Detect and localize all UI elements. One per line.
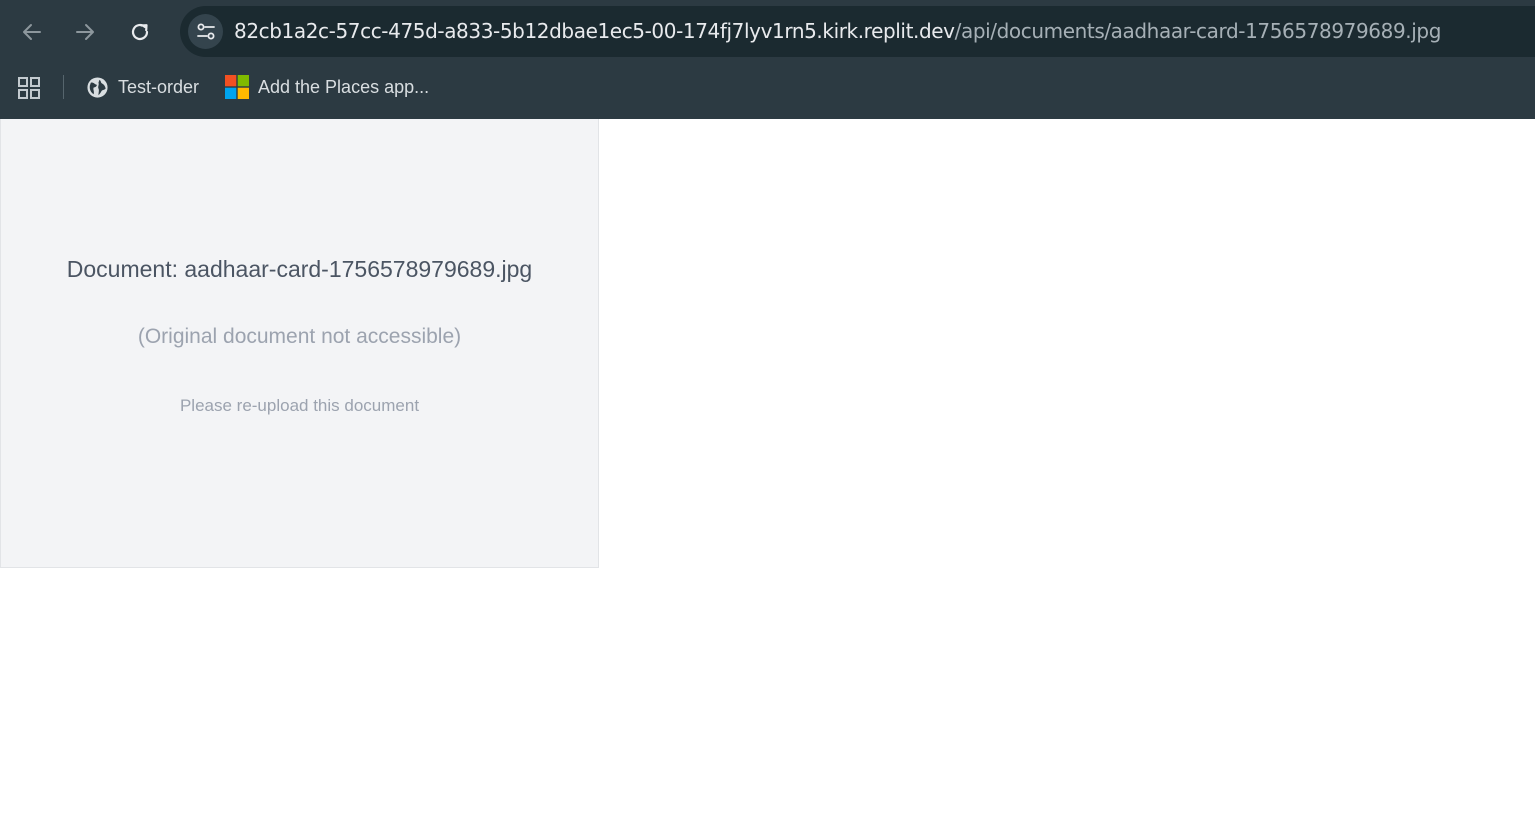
tune-icon [196,23,215,39]
document-placeholder: Document: aadhaar-card-1756578979689.jpg… [0,119,599,568]
document-title: Document: aadhaar-card-1756578979689.jpg [66,256,533,282]
back-button[interactable] [14,14,50,50]
address-bar[interactable]: 82cb1a2c-57cc-475d-a833-5b12dbae1ec5-00-… [180,6,1535,57]
forward-button[interactable] [67,14,103,50]
bookmark-label: Test-order [118,76,200,97]
arrow-right-icon [76,24,94,40]
url-text[interactable]: 82cb1a2c-57cc-475d-a833-5b12dbae1ec5-00-… [234,19,1441,43]
apps-button[interactable] [17,76,41,105]
reload-button[interactable] [122,14,158,50]
browser-toolbar: 82cb1a2c-57cc-475d-a833-5b12dbae1ec5-00-… [0,0,1535,119]
reupload-hint: Please re-upload this document [179,396,420,415]
url-host: 82cb1a2c-57cc-475d-a833-5b12dbae1ec5-00-… [234,19,955,43]
url-path: /api/documents/aadhaar-card-175657897968… [954,19,1442,43]
bookmark-test-order[interactable]: Test-order [86,73,199,101]
bookmark-label: Add the Places app... [258,76,430,97]
reload-icon [131,23,149,41]
site-info-button[interactable] [188,14,223,49]
navigation-bar: 82cb1a2c-57cc-475d-a833-5b12dbae1ec5-00-… [0,0,1535,64]
globe-icon [87,76,108,98]
bookmarks-divider [63,75,64,99]
document-status: (Original document not accessible) [137,325,462,348]
bookmark-places-app[interactable]: Add the Places app... [225,73,429,101]
arrow-left-icon [23,24,41,40]
microsoft-logo-icon [225,75,249,99]
apps-grid-icon [18,77,40,99]
bookmarks-bar: Test-order Add the Places app... [0,64,1535,110]
